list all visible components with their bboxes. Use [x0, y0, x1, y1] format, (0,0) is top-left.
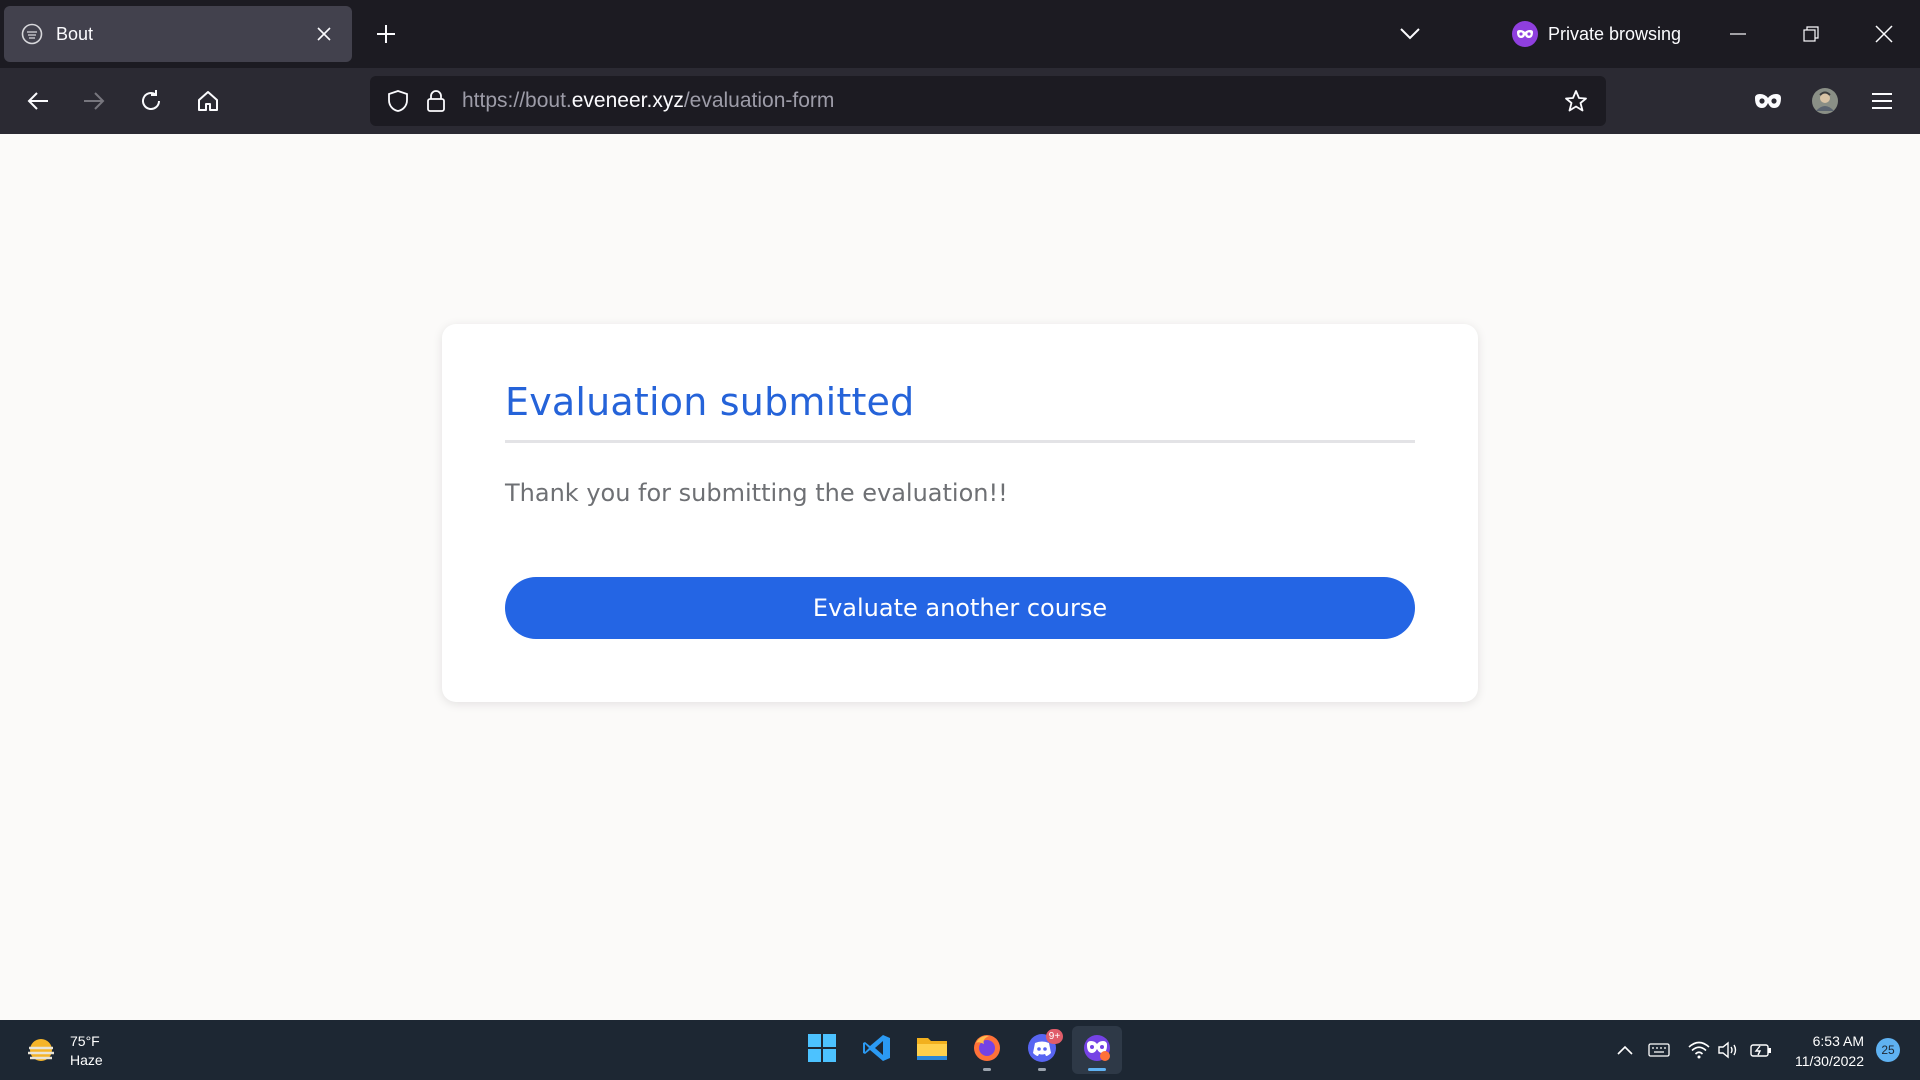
taskbar: 75°F Haze 9+ 6:53 AM 11/30/2022 25 [0, 1020, 1920, 1080]
lock-icon[interactable] [422, 87, 450, 115]
show-hidden-icons-chevron-up-icon[interactable] [1613, 1038, 1637, 1062]
page-content: Evaluation submitted Thank you for submi… [0, 134, 1920, 1020]
account-avatar-icon[interactable] [1807, 83, 1843, 119]
home-icon[interactable] [190, 83, 226, 119]
new-tab-icon[interactable] [370, 18, 402, 50]
private-browsing-label: Private browsing [1548, 23, 1682, 44]
tracking-protection-shield-icon[interactable] [384, 87, 412, 115]
running-indicator [1038, 1068, 1046, 1071]
taskbar-file-explorer[interactable] [907, 1026, 957, 1074]
volume-icon[interactable] [1717, 1038, 1741, 1062]
taskbar-firefox[interactable] [962, 1026, 1012, 1074]
url-text[interactable]: https://bout.eveneer.xyz/evaluation-form [462, 89, 1558, 113]
notification-count-badge[interactable]: 25 [1876, 1038, 1900, 1062]
vscode-icon [862, 1033, 892, 1068]
bookmark-star-icon[interactable] [1558, 83, 1594, 119]
wifi-icon[interactable] [1687, 1038, 1711, 1062]
system-clock[interactable]: 6:53 AM 11/30/2022 [1780, 1031, 1864, 1071]
clock-date: 11/30/2022 [1794, 1053, 1864, 1069]
site-favicon-icon [20, 22, 44, 46]
start-button[interactable] [797, 1026, 847, 1074]
haze-sun-icon [24, 1034, 58, 1068]
tab-title: Bout [56, 23, 94, 44]
browser-tab[interactable]: Bout [4, 6, 352, 62]
running-indicator [983, 1068, 991, 1071]
weather-widget[interactable]: 75°F Haze [24, 1032, 103, 1070]
private-mask-toolbar-icon[interactable] [1750, 83, 1786, 119]
weather-text: 75°F Haze [70, 1032, 103, 1070]
reload-icon[interactable] [133, 83, 169, 119]
url-path: /evaluation-form [683, 89, 835, 112]
restore-icon[interactable] [1793, 16, 1829, 52]
evaluation-submitted-card: Evaluation submitted Thank you for submi… [442, 324, 1478, 702]
minimize-icon[interactable] [1720, 16, 1756, 52]
windows-logo-icon [808, 1033, 836, 1067]
url-prefix: https://bout. [462, 89, 572, 112]
weather-condition: Haze [70, 1052, 103, 1068]
close-tab-icon[interactable] [308, 18, 340, 50]
confirmation-message: Thank you for submitting the evaluation!… [505, 479, 1008, 507]
title-divider [505, 440, 1415, 443]
back-icon[interactable] [20, 83, 56, 119]
taskbar-discord[interactable]: 9+ [1017, 1026, 1067, 1074]
private-browsing-indicator: Private browsing [1512, 18, 1681, 50]
navigation-toolbar: https://bout.eveneer.xyz/evaluation-form [0, 68, 1920, 134]
evaluate-another-course-button[interactable]: Evaluate another course [505, 577, 1415, 639]
chevron-down-icon[interactable] [1394, 18, 1426, 50]
private-mask-icon [1512, 21, 1538, 47]
clock-time: 6:53 AM [1812, 1033, 1864, 1049]
url-host: eveneer.xyz [571, 89, 684, 112]
keyboard-icon[interactable] [1647, 1038, 1671, 1062]
forward-icon[interactable] [76, 83, 112, 119]
menu-hamburger-icon[interactable] [1864, 83, 1900, 119]
private-browsing-icon [1082, 1033, 1112, 1068]
folder-icon [916, 1034, 948, 1067]
taskbar-vscode[interactable] [852, 1026, 902, 1074]
battery-charging-icon[interactable] [1749, 1038, 1773, 1062]
firefox-icon [972, 1033, 1002, 1068]
active-indicator [1088, 1068, 1106, 1071]
weather-temp: 75°F [70, 1033, 100, 1049]
address-bar[interactable]: https://bout.eveneer.xyz/evaluation-form [370, 76, 1606, 126]
discord-badge: 9+ [1046, 1029, 1063, 1044]
taskbar-firefox-private[interactable] [1072, 1026, 1122, 1074]
tab-bar: Bout Private browsing [0, 0, 1920, 68]
close-window-icon[interactable] [1866, 16, 1902, 52]
page-title: Evaluation submitted [505, 380, 915, 424]
